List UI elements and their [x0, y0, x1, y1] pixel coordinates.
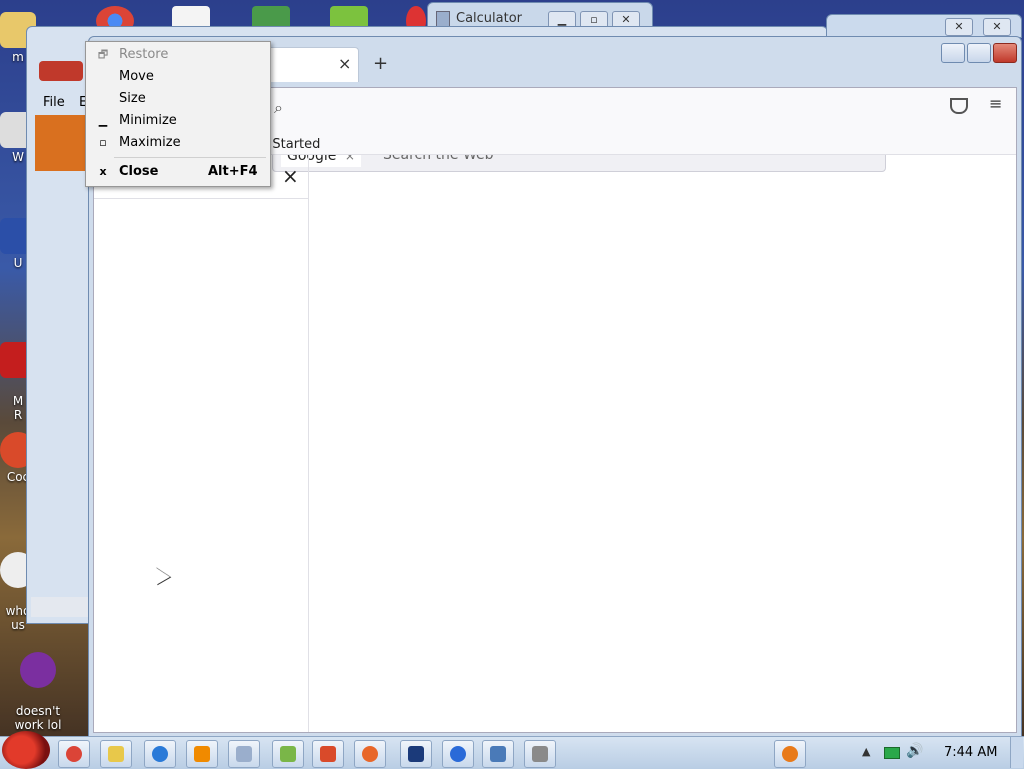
menu-item-move[interactable]: Move — [86, 66, 270, 88]
close-icon: x — [99, 165, 107, 178]
tab-close-button[interactable]: × — [338, 54, 351, 73]
taskbar-window-switch[interactable] — [482, 740, 514, 768]
back-window-caption[interactable]: ✕ ✕ — [826, 14, 1022, 38]
active-tab[interactable]: × — [265, 47, 359, 82]
menu-item-close[interactable]: x Close Alt+F4 — [86, 161, 270, 183]
tray-arrow-icon[interactable]: ▲ — [862, 745, 870, 758]
photoshop-icon — [408, 746, 424, 762]
taskbar-sound[interactable] — [524, 740, 556, 768]
battery-icon[interactable] — [884, 747, 900, 759]
close-button-2[interactable]: ✕ — [983, 18, 1011, 36]
notepad-icon — [280, 746, 296, 762]
start-button[interactable] — [2, 731, 50, 769]
sidebar: × — [94, 154, 309, 732]
taskbar-firefox[interactable] — [354, 740, 386, 768]
app-logo — [35, 115, 91, 171]
taskbar-photoshop[interactable] — [400, 740, 432, 768]
minimize-icon: ▁ — [98, 114, 108, 127]
maximize-icon: ▫ — [99, 136, 107, 149]
calculator-icon — [436, 11, 450, 27]
firefox-icon — [362, 746, 378, 762]
window-minimize-button[interactable] — [941, 43, 965, 63]
taskbar-calculator[interactable] — [228, 740, 260, 768]
taskbar-help[interactable] — [442, 740, 474, 768]
window-switch-icon — [490, 746, 506, 762]
taskbar-ie[interactable] — [144, 740, 176, 768]
internet-explorer-icon — [152, 746, 168, 762]
menu-item-maximize[interactable]: ▫ Maximize — [86, 132, 270, 154]
taskbar-chrome[interactable] — [58, 740, 90, 768]
nav-arrows[interactable] — [39, 61, 83, 81]
vlc-icon — [194, 746, 210, 762]
menu-item-restore[interactable]: 🗗 Restore — [86, 44, 270, 66]
show-desktop-button[interactable] — [1010, 737, 1023, 768]
menu-item-minimize[interactable]: ▁ Minimize — [86, 110, 270, 132]
window-maximize-button[interactable] — [967, 43, 991, 63]
close-button[interactable]: ✕ — [945, 18, 973, 36]
window-context-menu[interactable]: 🗗 Restore Move Size ▁ Minimize ▫ Maximiz… — [85, 41, 271, 187]
menu-icon[interactable]: ≡ — [989, 94, 1002, 113]
clock[interactable]: 7:44 AM — [944, 745, 997, 760]
menu-separator — [114, 157, 266, 158]
sidebar-close-icon[interactable]: × — [282, 164, 299, 188]
paint-icon — [320, 746, 336, 762]
search-icon: ⌕ — [274, 98, 283, 117]
calculator-title: Calculator — [456, 11, 523, 26]
help-icon — [450, 746, 466, 762]
volume-icon[interactable]: 🔊 — [906, 743, 923, 759]
taskbar-lightning[interactable] — [774, 740, 806, 768]
taskbar: ▲ 🔊 7:44 AM — [0, 731, 1024, 769]
desktop-icon-yahoo[interactable]: doesn't work lol — [8, 638, 68, 732]
calculator-icon — [236, 746, 252, 762]
new-tab-button[interactable]: + — [373, 53, 388, 74]
taskbar-notepad[interactable] — [272, 740, 304, 768]
yahoo-messenger-icon — [20, 652, 56, 688]
close-shortcut: Alt+F4 — [208, 164, 258, 179]
window-close-button[interactable] — [993, 43, 1017, 63]
chrome-icon — [66, 746, 82, 762]
menu-item-size[interactable]: Size — [86, 88, 270, 110]
folder-icon — [108, 746, 124, 762]
speaker-icon — [532, 746, 548, 762]
taskbar-folder[interactable] — [100, 740, 132, 768]
menu-file[interactable]: File — [43, 95, 65, 110]
pocket-icon[interactable] — [950, 98, 968, 114]
lightning-icon — [782, 746, 798, 762]
taskbar-vlc[interactable] — [186, 740, 218, 768]
taskbar-paint[interactable] — [312, 740, 344, 768]
restore-icon: 🗗 — [97, 48, 109, 61]
